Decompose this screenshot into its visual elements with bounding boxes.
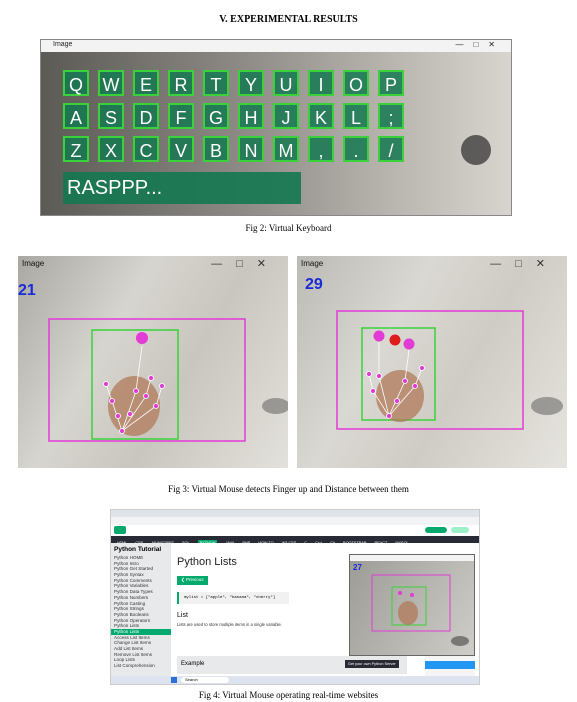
key-O[interactable]: O	[343, 70, 369, 96]
key-F[interactable]: F	[168, 103, 194, 129]
nav-tab-w3-css[interactable]: W3.CSS	[282, 540, 297, 543]
key-A[interactable]: A	[63, 103, 89, 129]
nav-tab-how-to[interactable]: HOW TO	[258, 540, 273, 543]
overlay-tracking	[371, 574, 469, 646]
fig3-left-overlay	[48, 318, 288, 442]
w3schools-logo[interactable]	[114, 526, 126, 534]
fig2-window-title: Image	[53, 41, 73, 48]
nav-tab-react[interactable]: REACT	[374, 540, 387, 543]
key-C[interactable]: C	[133, 136, 159, 162]
index-fingertip-marker	[136, 332, 148, 344]
nav-tab-c[interactable]: C	[304, 540, 307, 543]
taskbar-search[interactable]: Search	[181, 677, 229, 683]
key-Z[interactable]: Z	[63, 136, 89, 162]
key-T[interactable]: T	[203, 70, 229, 96]
window-controls[interactable]: —□✕	[455, 40, 505, 49]
hand-shape	[108, 376, 160, 436]
nav-tab-c-[interactable]: C++	[315, 540, 322, 543]
taskbar: Search	[111, 676, 479, 684]
key-Y[interactable]: Y	[238, 70, 264, 96]
ceiling-fan-shape	[262, 398, 288, 414]
fig4-caption: Fig 4: Virtual Mouse operating real-time…	[198, 690, 379, 700]
key-N[interactable]: N	[238, 136, 264, 162]
nav-tab-java[interactable]: JAVA	[225, 540, 234, 543]
ceiling-fan-shape	[531, 397, 563, 415]
fig2-caption: Fig 2: Virtual Keyboard	[245, 223, 332, 233]
fig4-browser-screenshot: HTML CSS JAVASCRIPT SQL PYTHON JAVA PHP HOW TO W…	[110, 509, 480, 685]
key-B[interactable]: B	[203, 136, 229, 162]
nav-tab-bootstrap[interactable]: BOOTSTRAP	[343, 540, 366, 543]
w3-nav-bar: HTML CSS JAVASCRIPT SQL PYTHON JAVA PHP HOW TO W…	[111, 536, 479, 543]
key-V[interactable]: V	[168, 136, 194, 162]
sidebar: Python Tutorial Python HOME Python Intro P…	[111, 543, 171, 678]
try-it-button[interactable]	[425, 661, 475, 669]
midpoint-distance-marker	[389, 334, 401, 346]
sidebar-heading: Python Tutorial	[114, 546, 162, 553]
key-K[interactable]: K	[308, 103, 334, 129]
fig3-right-image: Image —□✕ 29	[297, 256, 567, 468]
fig3-left-image: Image —□✕ 21	[18, 256, 288, 468]
key-X[interactable]: X	[98, 136, 124, 162]
example-box: Example Get your own Python Server	[177, 656, 407, 674]
nav-tab-python[interactable]: PYTHON	[197, 540, 218, 543]
nav-tab-c-[interactable]: C#	[330, 540, 335, 543]
hand-shape	[376, 370, 424, 422]
example-heading: Example	[181, 661, 205, 667]
sign-up-button[interactable]	[425, 527, 447, 533]
nav-tab-sql[interactable]: SQL	[182, 540, 190, 543]
typed-text-box: RASPPP...	[63, 172, 301, 204]
code-example: mylist = ["apple", "banana", "cherry"]	[177, 592, 289, 604]
key-,[interactable]: ,	[308, 136, 334, 162]
key-I[interactable]: I	[308, 70, 334, 96]
log-in-button[interactable]	[451, 527, 469, 533]
section-heading: V. EXPERIMENTAL RESULTS	[219, 14, 358, 25]
key-M[interactable]: M	[273, 136, 299, 162]
fig2-window-titlebar[interactable]: Image —□✕	[41, 40, 511, 52]
key-E[interactable]: E	[133, 70, 159, 96]
fig3-right-overlay	[336, 310, 563, 430]
browser-tab-bar[interactable]	[111, 510, 479, 517]
key-G[interactable]: G	[203, 103, 229, 129]
key-;[interactable]: ;	[378, 103, 404, 129]
fig2-virtual-keyboard-image: Image —□✕ Q W E R T Y U I O P A S D F G H J K L; Z X C V B N M,. /…	[40, 39, 512, 216]
key-J[interactable]: J	[273, 103, 299, 129]
key-P[interactable]: P	[378, 70, 404, 96]
key-.[interactable]: .	[343, 136, 369, 162]
middle-fingertip-marker	[403, 338, 415, 350]
key-S[interactable]: S	[98, 103, 124, 129]
key-W[interactable]: W	[98, 70, 124, 96]
index-fingertip-marker	[373, 330, 385, 342]
python-server-button[interactable]: Get your own Python Server	[345, 660, 399, 668]
ceiling-fan-shape	[461, 135, 491, 165]
sidebar-item[interactable]: List Comprehension	[111, 663, 171, 669]
previous-button[interactable]: ❮ Previous	[177, 575, 208, 585]
key-R[interactable]: R	[168, 70, 194, 96]
camera-overlay-window[interactable]: 27	[349, 554, 475, 656]
key-U[interactable]: U	[273, 70, 299, 96]
nav-tab-mysql[interactable]: MYSQL	[395, 540, 408, 543]
key-H[interactable]: H	[238, 103, 264, 129]
key-/[interactable]: /	[378, 136, 404, 162]
key-D[interactable]: D	[133, 103, 159, 129]
start-button[interactable]	[171, 677, 177, 683]
fig3-caption: Fig 3: Virtual Mouse detects Finger up a…	[168, 484, 409, 494]
key-Q[interactable]: Q	[63, 70, 89, 96]
nav-tab-php[interactable]: PHP	[242, 540, 250, 543]
key-L[interactable]: L	[343, 103, 369, 129]
